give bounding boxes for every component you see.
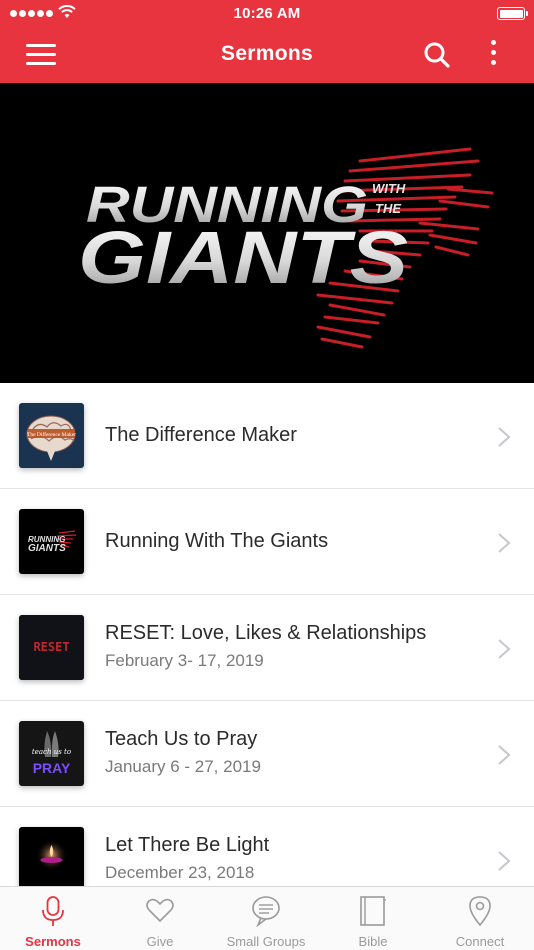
- giants-artwork: RUNNING GIANTS: [28, 530, 77, 554]
- brain-artwork: The Difference Maker: [26, 415, 76, 461]
- series-thumbnail: RESET: [19, 615, 84, 680]
- page-title: Sermons: [221, 42, 313, 65]
- tab-label: Sermons: [25, 934, 81, 949]
- list-item[interactable]: RUNNING GIANTS Running With The Giants: [0, 489, 534, 595]
- tab-bar: Sermons Give Small Groups Bible Connect: [0, 886, 534, 950]
- list-item[interactable]: teach us to PRAY Teach Us to Pray Januar…: [0, 701, 534, 807]
- more-options-icon[interactable]: [483, 40, 503, 70]
- tab-connect[interactable]: Connect: [427, 887, 533, 950]
- heart-icon: [146, 898, 174, 923]
- thumb-label: PRAY: [33, 760, 71, 776]
- chat-bubbles-icon: [252, 896, 280, 927]
- chevron-right-icon: [498, 851, 511, 871]
- battery-icon: [497, 7, 528, 20]
- sermon-date: February 3- 17, 2019: [105, 651, 264, 670]
- list-item[interactable]: Let There Be Light December 23, 2018: [0, 807, 534, 886]
- tab-give[interactable]: Give: [107, 887, 213, 950]
- tab-sermons[interactable]: Sermons: [0, 887, 106, 950]
- pray-artwork: teach us to PRAY: [32, 731, 71, 776]
- search-icon[interactable]: [423, 41, 451, 69]
- chevron-right-icon: [498, 639, 511, 659]
- list-item[interactable]: RESET RESET: Love, Likes & Relationships…: [0, 595, 534, 701]
- reset-artwork: RESET: [19, 615, 84, 680]
- series-banner[interactable]: RUNNING WITH THE GIANTS: [0, 83, 534, 383]
- sermon-title: Let There Be Light: [105, 834, 270, 856]
- thumb-label: The Difference Maker: [27, 431, 76, 438]
- running-giants-artwork: RUNNING WITH THE GIANTS: [78, 147, 494, 349]
- book-icon: [360, 896, 386, 926]
- sermon-title: RESET: Love, Likes & Relationships: [105, 622, 427, 644]
- chevron-right-icon: [498, 745, 511, 765]
- chevron-right-icon: [498, 533, 511, 553]
- status-bar: 10:26 AM: [0, 0, 534, 28]
- location-pin-icon: [469, 896, 491, 927]
- status-time: 10:26 AM: [233, 5, 301, 22]
- sermon-title: Running With The Giants: [105, 530, 329, 552]
- list-item[interactable]: The Difference Maker The Difference Make…: [0, 383, 534, 489]
- chevron-right-icon: [498, 427, 511, 447]
- hero-small-the: THE: [375, 201, 401, 216]
- tab-small-groups[interactable]: Small Groups: [213, 887, 319, 950]
- series-thumbnail: The Difference Maker: [19, 403, 84, 468]
- app-header: 10:26 AM Sermons: [0, 0, 534, 83]
- tab-label: Connect: [455, 934, 505, 949]
- sermon-list: The Difference Maker The Difference Make…: [0, 383, 534, 886]
- series-thumbnail: RUNNING GIANTS: [19, 509, 84, 574]
- sermon-title: Teach Us to Pray: [105, 728, 258, 750]
- sermon-date: December 23, 2018: [105, 863, 255, 882]
- thumb-label: RESET: [33, 640, 69, 654]
- svg-text:GIANTS: GIANTS: [28, 543, 66, 554]
- microphone-icon: [42, 896, 64, 926]
- hero-title-line2: GIANTS: [78, 216, 408, 299]
- hero-small-with: WITH: [372, 181, 406, 196]
- sermon-title: The Difference Maker: [105, 424, 297, 446]
- tab-label: Bible: [358, 934, 388, 949]
- nav-bar: Sermons: [0, 28, 534, 83]
- tab-bible[interactable]: Bible: [320, 887, 426, 950]
- series-thumbnail: teach us to PRAY: [19, 721, 84, 786]
- thumb-small-label: teach us to: [32, 748, 71, 756]
- tab-label: Small Groups: [226, 934, 306, 949]
- tab-label: Give: [146, 934, 174, 949]
- series-thumbnail: [19, 827, 84, 886]
- candle-artwork: [35, 839, 68, 871]
- sermon-date: January 6 - 27, 2019: [105, 757, 261, 776]
